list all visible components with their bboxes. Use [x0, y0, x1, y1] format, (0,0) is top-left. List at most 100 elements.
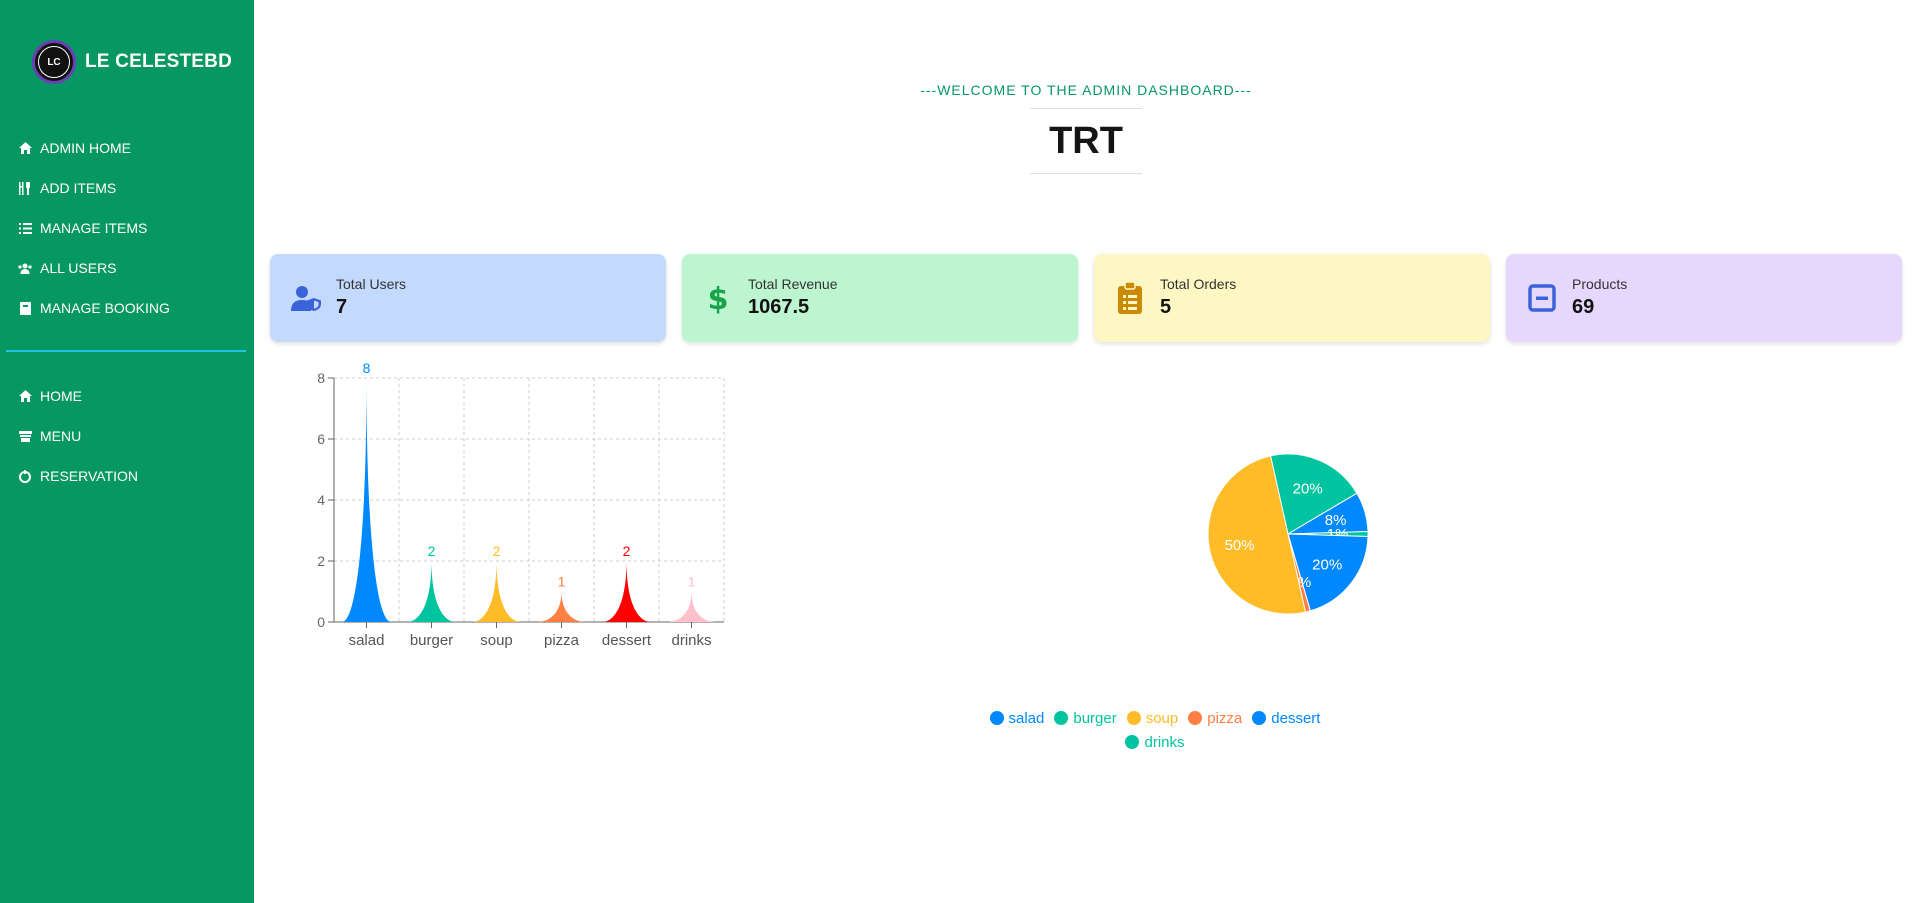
utensils-icon: [18, 181, 32, 195]
menu-icon: [18, 429, 32, 443]
nav-item-home[interactable]: HOME: [18, 376, 138, 416]
calendar-icon: [18, 469, 32, 483]
nav-label: ADD ITEMS: [40, 180, 117, 196]
sidebar: LC LE CELESTEBD ADMIN HOME ADD ITEMS MAN…: [0, 0, 254, 903]
legend-label: dessert: [1271, 709, 1321, 727]
user-shield-icon: [290, 282, 322, 314]
nav-item-manage-booking[interactable]: MANAGE BOOKING: [18, 288, 170, 328]
legend-item-drinks: drinks: [1125, 733, 1185, 751]
data-label: 2: [428, 543, 436, 559]
stat-value: 7: [336, 296, 348, 318]
sidebar-divider: [6, 350, 246, 352]
legend-item-soup: soup: [1126, 709, 1179, 727]
stat-label: Products: [1572, 276, 1628, 292]
nav-label: HOME: [40, 388, 82, 404]
nav-item-menu[interactable]: MENU: [18, 416, 138, 456]
stat-card-products: Products 69: [1506, 254, 1902, 342]
legend-dot: [1252, 711, 1267, 725]
data-label: 8: [363, 360, 371, 376]
nav-label: MANAGE ITEMS: [40, 220, 148, 236]
stat-card-total-users: Total Users 7: [270, 254, 666, 342]
nav-label: MANAGE BOOKING: [40, 300, 170, 316]
legend-item-salad: salad: [989, 709, 1045, 727]
data-label: 1: [688, 574, 696, 590]
y-tick-label: 2: [317, 553, 325, 569]
site-nav: HOME MENU RESERVATION: [18, 376, 138, 496]
legend-dot: [1125, 735, 1140, 749]
legend-dot: [1126, 711, 1141, 725]
x-tick-label: dessert: [602, 632, 652, 649]
x-tick-label: salad: [349, 632, 385, 649]
bar-drinks: [667, 591, 716, 622]
legend-label: soup: [1145, 709, 1179, 727]
legend-dot: [1054, 711, 1069, 725]
stat-label: Total Revenue: [748, 276, 838, 292]
nav-item-add-items[interactable]: ADD ITEMS: [18, 168, 170, 208]
book-icon: [18, 301, 32, 315]
nav-item-reservation[interactable]: RESERVATION: [18, 456, 138, 496]
nav-label: ALL USERS: [40, 260, 117, 276]
x-tick-label: soup: [480, 632, 513, 649]
nav-item-all-users[interactable]: ALL USERS: [18, 248, 170, 288]
nav-label: MENU: [40, 428, 82, 444]
data-label: 2: [493, 543, 501, 559]
brand-name: LE CELESTEBD: [85, 51, 233, 72]
category-bar-chart: 0 2 4 6 8 8 salad 2 burger 2 soup 1 pizza 2 dessert 1 dr…: [317, 360, 725, 649]
stat-card-total-orders: Total Orders 5: [1094, 254, 1490, 342]
stat-value: 69: [1572, 296, 1595, 318]
bar-pizza: [537, 591, 586, 622]
bar-burger: [407, 561, 456, 622]
x-tick-label: burger: [410, 632, 453, 649]
nav-label: RESERVATION: [40, 468, 139, 484]
dollar-icon: $: [702, 282, 734, 314]
legend-row: drinks: [830, 730, 1480, 754]
data-label: 1: [558, 574, 566, 590]
svg-text:$: $: [708, 282, 728, 314]
legend-dot: [989, 711, 1004, 725]
nav-item-admin-home[interactable]: ADMIN HOME: [18, 128, 170, 168]
legend-row: salad burger soup pizza dessert: [830, 706, 1480, 730]
bar-soup: [472, 561, 521, 622]
legend-label: drinks: [1144, 733, 1185, 751]
y-tick-label: 8: [317, 370, 325, 386]
stat-label: Total Orders: [1160, 276, 1237, 292]
stat-value: 1067.5: [748, 296, 810, 318]
legend-item-dessert: dessert: [1252, 710, 1320, 727]
data-label: 2: [623, 543, 631, 559]
minus-square-icon: [1526, 282, 1558, 314]
pie-label: 20%: [1293, 480, 1323, 497]
stat-value: 5: [1160, 296, 1172, 318]
legend-dot: [1188, 711, 1203, 725]
nav-label: ADMIN HOME: [40, 140, 131, 156]
clipboard-icon: [1114, 282, 1146, 314]
pie-label: 20%: [1312, 556, 1342, 573]
y-tick-label: 0: [317, 614, 325, 630]
legend-item-pizza: pizza: [1188, 710, 1242, 727]
legend-label: salad: [1008, 709, 1045, 727]
page-subtitle: ---WELCOME TO THE ADMIN DASHBOARD---: [920, 82, 1252, 98]
nav-item-manage-items[interactable]: MANAGE ITEMS: [18, 208, 170, 248]
legend-label: pizza: [1207, 709, 1243, 727]
home-icon: [18, 141, 32, 155]
y-tick-label: 6: [317, 431, 325, 447]
pie-legend: salad burger soup pizza dessert drinks: [830, 706, 1480, 754]
brand-logo: LC: [32, 40, 76, 84]
stat-label: Total Users: [336, 276, 407, 292]
users-icon: [18, 261, 32, 275]
logo-text: LC: [38, 46, 70, 78]
y-tick-label: 4: [317, 492, 325, 508]
category-pie-chart: 20%8%1%20%1%50%: [1207, 453, 1369, 615]
page-title: TRT: [1049, 119, 1123, 162]
list-icon: [18, 221, 32, 235]
x-tick-label: pizza: [544, 632, 580, 649]
admin-nav: ADMIN HOME ADD ITEMS MANAGE ITEMS ALL US…: [18, 128, 170, 328]
stat-card-total-revenue: $ Total Revenue 1067.5: [682, 254, 1078, 342]
legend-item-burger: burger: [1054, 709, 1117, 727]
bar-dessert: [602, 561, 651, 622]
x-tick-label: drinks: [671, 632, 711, 649]
brand[interactable]: LC LE CELESTEBD: [32, 40, 232, 84]
home-icon: [18, 389, 32, 403]
page-title-wrap: TRT: [1030, 108, 1142, 174]
legend-label: burger: [1073, 709, 1117, 727]
pie-label: 50%: [1225, 537, 1255, 554]
